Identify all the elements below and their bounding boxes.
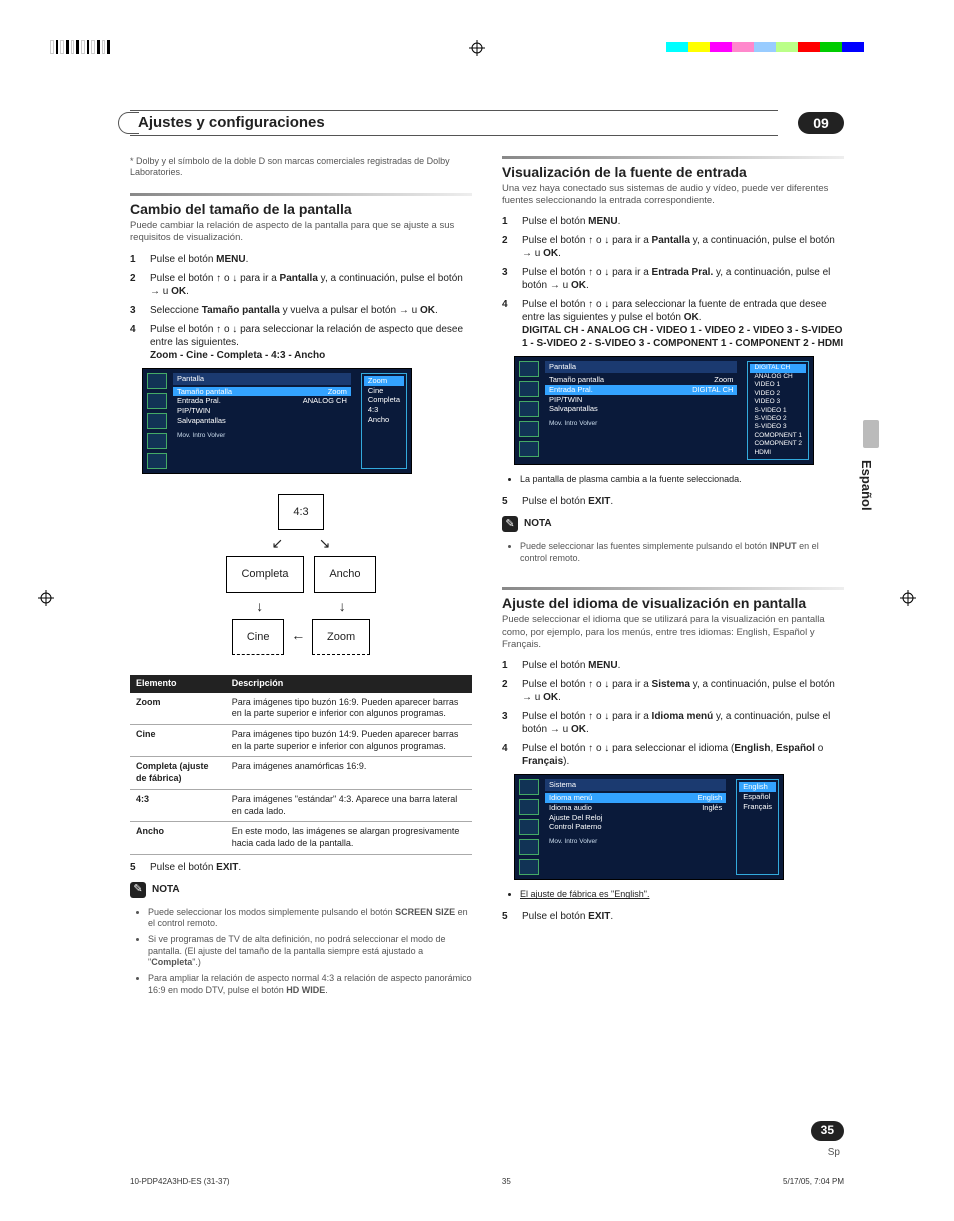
steps-list: 5Pulse el botón EXIT.: [130, 861, 472, 874]
intro-text: Una vez haya conectado sus sistemas de a…: [502, 183, 844, 208]
footer-page: 35: [502, 1177, 511, 1187]
osd-title: Pantalla: [173, 373, 351, 385]
page-number-badge: 35: [811, 1121, 844, 1141]
note-label: NOTA: [524, 517, 552, 530]
page-lang-suffix: Sp: [828, 1146, 840, 1159]
osd-footer: Mov. Intro Volver: [173, 432, 351, 440]
heading-screen-size: Cambio del tamaño de la pantalla: [130, 200, 472, 218]
divider: [130, 193, 472, 196]
note-icon: ✎: [502, 516, 518, 532]
aspect-ratio-diagram: 4:3 ↙ ↘ Completa Ancho ↓ ↓ Cine ← Zoom: [150, 490, 452, 659]
divider: [502, 156, 844, 159]
osd-submenu: DIGITAL CH ANALOG CH VIDEO 1 VIDEO 2 VID…: [747, 361, 809, 460]
diagram-box-zoom: Zoom: [312, 619, 370, 655]
arrow-left-icon: ←: [291, 627, 305, 643]
right-column: Visualización de la fuente de entrada Un…: [502, 156, 844, 1006]
registration-mark-right-icon: [900, 590, 916, 610]
step-text: Pulse el botón ↑ o ↓ para ir a Pantalla …: [150, 272, 472, 298]
print-footer: 10-PDP42A3HD-ES (31-37) 35 5/17/05, 7:04…: [130, 1177, 844, 1187]
note-label: NOTA: [152, 883, 180, 896]
osd-submenu: English Español Français: [736, 779, 779, 875]
note-list: Puede seleccionar los modos simplemente …: [130, 907, 472, 997]
left-column: * Dolby y el símbolo de la doble D son m…: [130, 156, 472, 1006]
step-text: Pulse el botón ↑ o ↓ para seleccionar la…: [150, 323, 472, 362]
section-title: Ajustes y configuraciones: [130, 110, 778, 136]
aspect-description-table: ElementoDescripción ZoomPara imágenes ti…: [130, 675, 472, 855]
bullet-text: La pantalla de plasma cambia a la fuente…: [520, 474, 844, 486]
registration-mark-left-icon: [38, 590, 54, 610]
osd-screenshot-entrada: Pantalla Tamaño pantallaZoom Entrada Pra…: [514, 356, 814, 465]
diagram-box-cine: Cine: [232, 619, 285, 655]
footer-timestamp: 5/17/05, 7:04 PM: [783, 1177, 844, 1187]
osd-screenshot-sistema: Sistema Idioma menúEnglish Idioma audioI…: [514, 774, 784, 880]
step-text: Pulse el botón EXIT.: [150, 861, 472, 874]
table-header: Descripción: [226, 675, 472, 693]
bullet-text: El ajuste de fábrica es "English".: [520, 889, 844, 901]
registration-mark-icon: [469, 40, 485, 60]
osd-screenshot-pantalla: Pantalla Tamaño pantallaZoom Entrada Pra…: [142, 368, 412, 474]
dolby-footnote: * Dolby y el símbolo de la doble D son m…: [130, 156, 472, 179]
steps-list: 1Pulse el botón MENU. 2Pulse el botón ↑ …: [502, 659, 844, 768]
page-header: Ajustes y configuraciones 09: [130, 110, 844, 136]
crop-marks: [50, 40, 110, 54]
language-tab: Español: [857, 460, 874, 511]
thumb-tab-marker: [863, 420, 879, 448]
steps-list: 1Pulse el botón MENU. 2Pulse el botón ↑ …: [502, 215, 844, 350]
arrow-down-left-icon: ↙: [271, 535, 283, 551]
step-text: Pulse el botón MENU.: [150, 253, 472, 266]
heading-osd-language: Ajuste del idioma de visualización en pa…: [502, 594, 844, 612]
arrow-down-icon: ↓: [256, 598, 263, 614]
osd-submenu: Zoom Cine Completa 4:3 Ancho: [361, 373, 407, 469]
intro-text: Puede cambiar la relación de aspecto de …: [130, 220, 472, 245]
arrow-down-right-icon: ↘: [319, 535, 331, 551]
diagram-box-completa: Completa: [226, 556, 303, 592]
intro-text: Puede seleccionar el idioma que se utili…: [502, 614, 844, 651]
arrow-down-icon: ↓: [339, 598, 346, 614]
color-bar: [666, 42, 864, 52]
divider: [502, 587, 844, 590]
heading-input-source: Visualización de la fuente de entrada: [502, 163, 844, 181]
footer-filename: 10-PDP42A3HD-ES (31-37): [130, 1177, 230, 1187]
chapter-badge: 09: [798, 112, 844, 134]
osd-category-icons: [147, 373, 167, 469]
diagram-box-ancho: Ancho: [314, 556, 375, 592]
diagram-box-4-3: 4:3: [278, 494, 323, 530]
table-header: Elemento: [130, 675, 226, 693]
note-icon: ✎: [130, 882, 146, 898]
printer-marks-top: [0, 40, 954, 54]
steps-list: 1Pulse el botón MENU. 2Pulse el botón ↑ …: [130, 253, 472, 362]
step-text: Seleccione Tamaño pantalla y vuelva a pu…: [150, 304, 472, 317]
